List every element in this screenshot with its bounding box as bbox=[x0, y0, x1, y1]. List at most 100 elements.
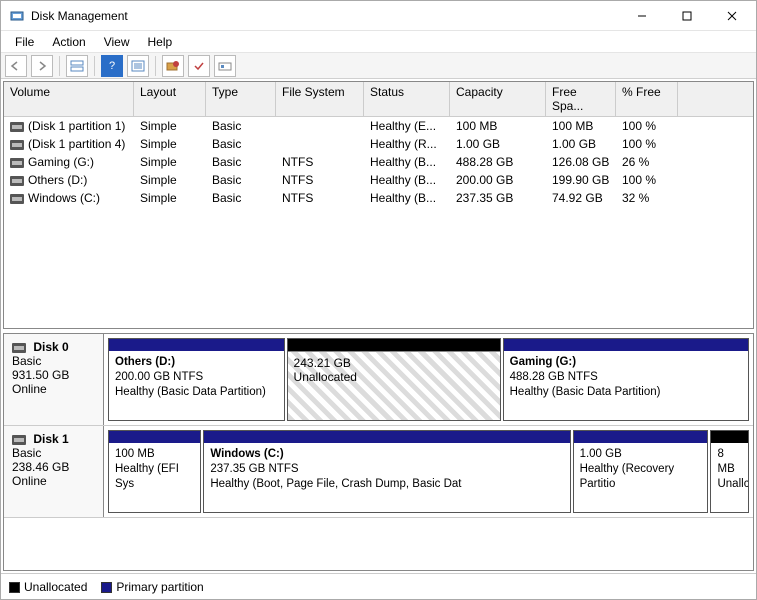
partition-size: 243.21 GB bbox=[294, 356, 494, 370]
titlebar[interactable]: Disk Management bbox=[1, 1, 756, 31]
cell-layout: Simple bbox=[134, 190, 206, 206]
disk-status: Online bbox=[12, 382, 47, 396]
partition-unallocated[interactable]: 243.21 GB Unallocated bbox=[287, 338, 501, 421]
apply-button[interactable] bbox=[188, 55, 210, 77]
cell-status: Healthy (B... bbox=[364, 190, 450, 206]
disk-row[interactable]: Disk 0 Basic 931.50 GB Online Others (D:… bbox=[4, 334, 753, 426]
back-button[interactable] bbox=[5, 55, 27, 77]
cell-pctfree: 100 % bbox=[616, 172, 678, 188]
table-row[interactable]: Gaming (G:)SimpleBasicNTFSHealthy (B...4… bbox=[4, 153, 753, 171]
partition-bar-unallocated bbox=[288, 339, 500, 351]
settings-button[interactable] bbox=[214, 55, 236, 77]
table-row[interactable]: Others (D:)SimpleBasicNTFSHealthy (B...2… bbox=[4, 171, 753, 189]
partition-info: 200.00 GB NTFS bbox=[115, 370, 278, 385]
swatch-primary-icon bbox=[101, 582, 112, 593]
table-row[interactable]: (Disk 1 partition 4)SimpleBasicHealthy (… bbox=[4, 135, 753, 153]
disk-row[interactable]: Disk 1 Basic 238.46 GB Online 100 MB Hea… bbox=[4, 426, 753, 518]
partition-size: 100 MB bbox=[115, 447, 194, 462]
partition-size: 8 MB bbox=[717, 447, 742, 477]
toolbar-separator bbox=[155, 56, 156, 76]
partition[interactable]: 100 MB Healthy (EFI Sys bbox=[108, 430, 201, 513]
cell-type: Basic bbox=[206, 190, 276, 206]
cell-pctfree: 32 % bbox=[616, 190, 678, 206]
unallocated-body: 243.21 GB Unallocated bbox=[288, 351, 500, 420]
disk-size: 931.50 GB bbox=[12, 368, 69, 382]
disk-icon bbox=[12, 435, 26, 445]
cell-freespace: 100 MB bbox=[546, 118, 616, 134]
cell-filesystem: NTFS bbox=[276, 172, 364, 188]
partition-status: Healthy (Boot, Page File, Crash Dump, Ba… bbox=[210, 477, 563, 492]
menu-view[interactable]: View bbox=[96, 33, 138, 51]
volume-list[interactable]: Volume Layout Type File System Status Ca… bbox=[3, 81, 754, 329]
partition[interactable]: Gaming (G:) 488.28 GB NTFS Healthy (Basi… bbox=[503, 338, 749, 421]
menu-help[interactable]: Help bbox=[140, 33, 181, 51]
cell-type: Basic bbox=[206, 154, 276, 170]
header-layout[interactable]: Layout bbox=[134, 82, 206, 116]
disk-type: Basic bbox=[12, 446, 41, 460]
view-split-button[interactable] bbox=[66, 55, 88, 77]
partition-info: 237.35 GB NTFS bbox=[210, 462, 563, 477]
cell-freespace: 74.92 GB bbox=[546, 190, 616, 206]
header-pctfree[interactable]: % Free bbox=[616, 82, 678, 116]
header-freespace[interactable]: Free Spa... bbox=[546, 82, 616, 116]
cell-filesystem: NTFS bbox=[276, 190, 364, 206]
close-button[interactable] bbox=[709, 2, 754, 30]
legend-primary: Primary partition bbox=[101, 580, 203, 594]
legend-unallocated: Unallocated bbox=[9, 580, 87, 594]
disk-status: Online bbox=[12, 474, 47, 488]
partition-status: Unallocated bbox=[294, 370, 494, 384]
properties-button[interactable] bbox=[127, 55, 149, 77]
disk-map[interactable]: Disk 0 Basic 931.50 GB Online Others (D:… bbox=[3, 333, 754, 571]
partition-unallocated[interactable]: 8 MB Unallc bbox=[710, 430, 749, 513]
cell-volume: Windows (C:) bbox=[4, 190, 134, 206]
help-button[interactable]: ? bbox=[101, 55, 123, 77]
table-row[interactable]: Windows (C:)SimpleBasicNTFSHealthy (B...… bbox=[4, 189, 753, 207]
partition[interactable]: Others (D:) 200.00 GB NTFS Healthy (Basi… bbox=[108, 338, 285, 421]
partition-status: Unallc bbox=[717, 477, 742, 492]
minimize-button[interactable] bbox=[619, 2, 664, 30]
cell-freespace: 1.00 GB bbox=[546, 136, 616, 152]
maximize-button[interactable] bbox=[664, 2, 709, 30]
cell-volume: (Disk 1 partition 1) bbox=[4, 118, 134, 134]
cell-layout: Simple bbox=[134, 118, 206, 134]
menu-action[interactable]: Action bbox=[44, 33, 93, 51]
toolbar-separator bbox=[94, 56, 95, 76]
header-capacity[interactable]: Capacity bbox=[450, 82, 546, 116]
cell-capacity: 488.28 GB bbox=[450, 154, 546, 170]
menubar: File Action View Help bbox=[1, 31, 756, 53]
partition-status: Healthy (EFI Sys bbox=[115, 462, 194, 492]
cell-capacity: 100 MB bbox=[450, 118, 546, 134]
toolbar-separator bbox=[59, 56, 60, 76]
cell-pctfree: 100 % bbox=[616, 118, 678, 134]
cell-pctfree: 26 % bbox=[616, 154, 678, 170]
partition-name: Windows (C:) bbox=[210, 447, 563, 462]
partition-name: Others (D:) bbox=[115, 355, 278, 370]
cell-capacity: 237.35 GB bbox=[450, 190, 546, 206]
disk-partitions: Others (D:) 200.00 GB NTFS Healthy (Basi… bbox=[104, 334, 753, 425]
partition-status: Healthy (Basic Data Partition) bbox=[115, 385, 278, 400]
cell-freespace: 199.90 GB bbox=[546, 172, 616, 188]
partition-status: Healthy (Recovery Partitio bbox=[580, 462, 702, 492]
forward-button[interactable] bbox=[31, 55, 53, 77]
partition-name: Gaming (G:) bbox=[510, 355, 742, 370]
cell-type: Basic bbox=[206, 136, 276, 152]
drive-icon bbox=[10, 176, 24, 186]
table-row[interactable]: (Disk 1 partition 1)SimpleBasicHealthy (… bbox=[4, 117, 753, 135]
header-volume[interactable]: Volume bbox=[4, 82, 134, 116]
menu-file[interactable]: File bbox=[7, 33, 42, 51]
header-status[interactable]: Status bbox=[364, 82, 450, 116]
header-type[interactable]: Type bbox=[206, 82, 276, 116]
header-filesystem[interactable]: File System bbox=[276, 82, 364, 116]
cell-freespace: 126.08 GB bbox=[546, 154, 616, 170]
swatch-unallocated-icon bbox=[9, 582, 20, 593]
partition[interactable]: Windows (C:) 237.35 GB NTFS Healthy (Boo… bbox=[203, 430, 570, 513]
cell-layout: Simple bbox=[134, 154, 206, 170]
disk-label[interactable]: Disk 1 Basic 238.46 GB Online bbox=[4, 426, 104, 517]
disk-name: Disk 1 bbox=[33, 432, 68, 446]
refresh-button[interactable] bbox=[162, 55, 184, 77]
disk-label[interactable]: Disk 0 Basic 931.50 GB Online bbox=[4, 334, 104, 425]
cell-filesystem bbox=[276, 136, 364, 152]
cell-type: Basic bbox=[206, 172, 276, 188]
partition-bar-primary bbox=[574, 431, 708, 443]
partition[interactable]: 1.00 GB Healthy (Recovery Partitio bbox=[573, 430, 709, 513]
